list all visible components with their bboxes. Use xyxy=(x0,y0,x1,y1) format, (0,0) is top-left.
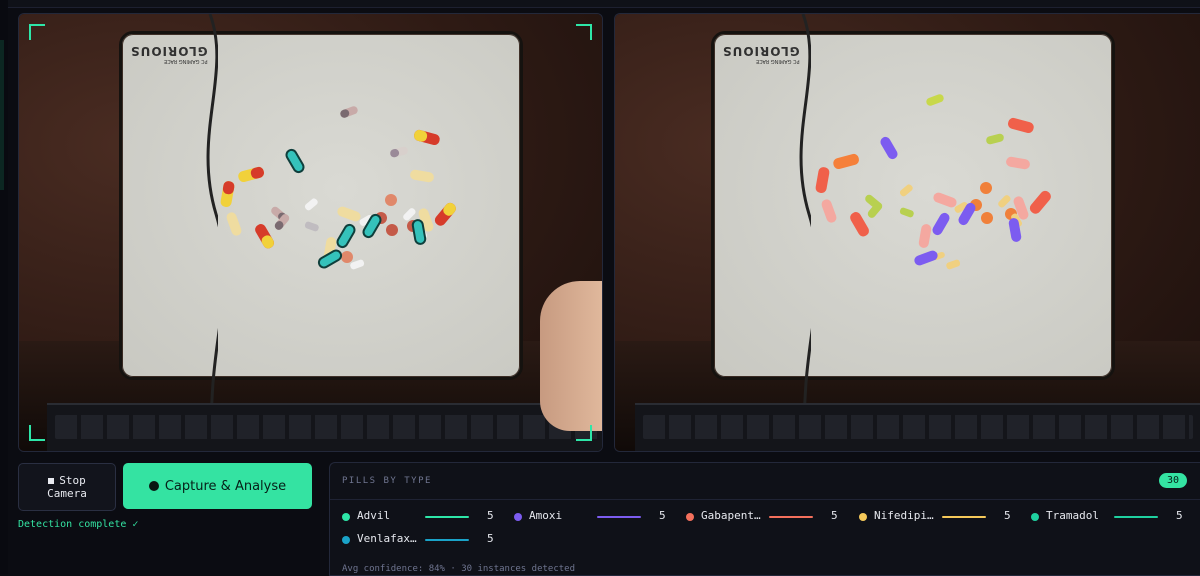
analysed-capture: PC GAMING RACE GLORIOUS xyxy=(614,13,1200,452)
type-row-gabapentin: Gabapent… 5 xyxy=(686,509,856,525)
type-bar xyxy=(942,516,986,518)
detection-status: Detection complete ✓ xyxy=(18,519,139,530)
type-bar xyxy=(425,539,469,541)
stop-icon xyxy=(48,478,55,484)
live-camera-feed: PC GAMING RACE GLORIOUS xyxy=(18,13,603,452)
type-row-tramadol: Tramadol 5 xyxy=(1031,509,1200,525)
type-bar xyxy=(425,516,469,518)
type-bar xyxy=(769,516,813,518)
panel-title: PILLS BY TYPE xyxy=(342,476,432,486)
type-color-dot xyxy=(686,513,694,521)
type-row-amoxi: Amoxi 5 xyxy=(514,509,684,525)
left-edge-strip xyxy=(0,0,8,574)
total-count-badge: 30 xyxy=(1159,473,1187,488)
focus-corner-icon xyxy=(576,24,592,40)
stop-camera-button[interactable]: Stop Camera xyxy=(18,463,116,511)
focus-corner-icon xyxy=(29,24,45,40)
focus-corner-icon xyxy=(29,425,45,441)
focus-corner-icon xyxy=(576,425,592,441)
type-color-dot xyxy=(342,513,350,521)
record-icon xyxy=(148,481,159,491)
pills-by-type-panel: PILLS BY TYPE 30 Advil 5 Amoxi 5 Gabapen… xyxy=(329,462,1200,576)
type-row-nifedipine: Nifedipi… 5 xyxy=(859,509,1029,525)
confidence-summary: Avg confidence: 84% · 30 instances detec… xyxy=(342,564,575,574)
type-color-dot xyxy=(859,513,867,521)
type-bar xyxy=(597,516,641,518)
type-row-advil: Advil 5 xyxy=(342,509,512,525)
type-color-dot xyxy=(514,513,522,521)
capture-analyse-button[interactable]: Capture & Analyse xyxy=(123,463,312,509)
type-row-venlafaxine: Venlafax… 5 xyxy=(342,532,512,548)
pills-annotated xyxy=(815,94,1051,270)
type-color-dot xyxy=(1031,513,1039,521)
pills-raw xyxy=(220,106,456,270)
type-color-dot xyxy=(342,536,350,544)
type-bar xyxy=(1114,516,1158,518)
top-bar xyxy=(0,0,1200,8)
